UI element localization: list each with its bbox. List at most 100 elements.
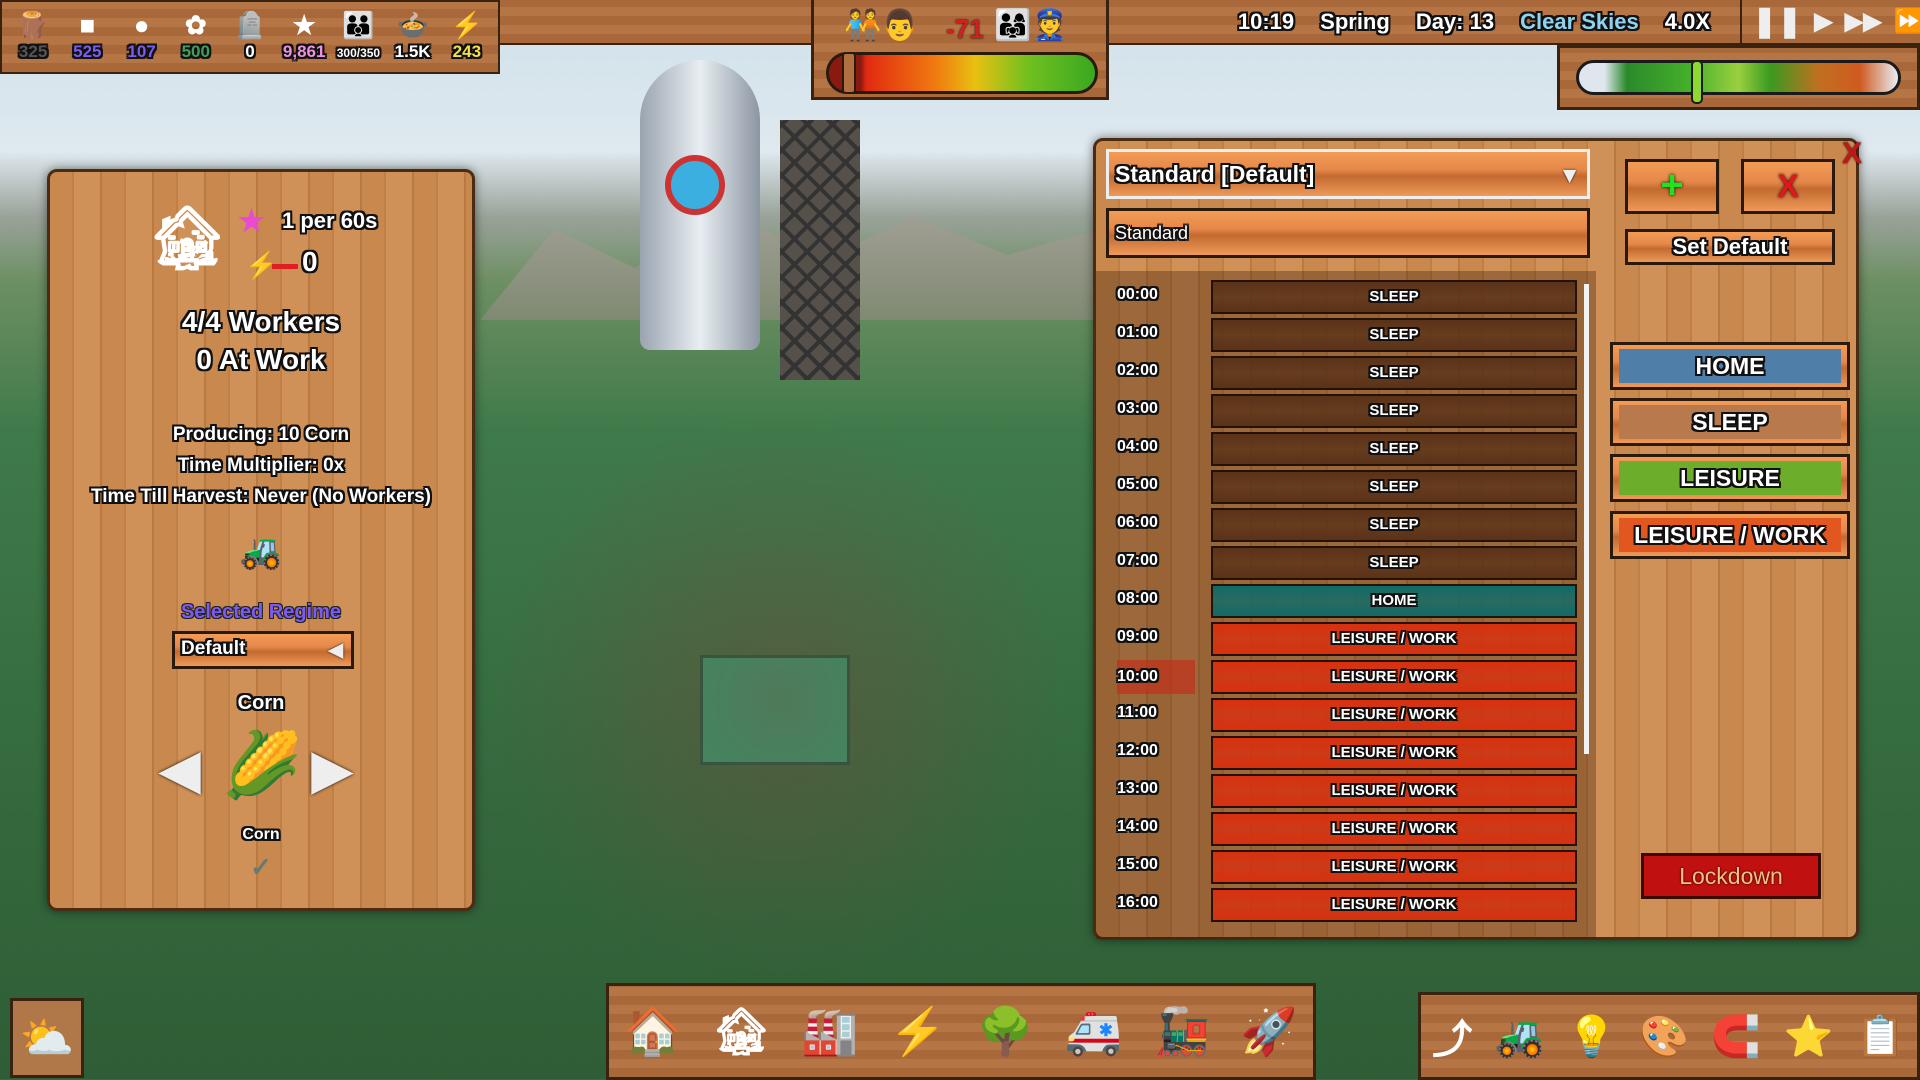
activity-slot[interactable]: LEISURE / WORK <box>1211 660 1577 694</box>
lightbulb-icon[interactable]: 💡 <box>1567 1013 1617 1060</box>
train-icon[interactable]: 🚂 <box>1153 1004 1210 1059</box>
resource-bar: 🪵 325 ■ 525 ● 107 ✿ 500 🪦 0 ★ 9,861 👪 300/350 🍲 1.5K ⚡ 24… <box>0 0 500 74</box>
weather-icon[interactable]: ⛅ <box>10 998 84 1078</box>
schedule-row: 02:00 SLEEP <box>1117 356 1587 390</box>
flower-icon: ✿ <box>184 10 207 40</box>
regime-dropdown[interactable]: Default ◀ <box>172 631 354 669</box>
activity-slot[interactable]: SLEEP <box>1211 394 1577 428</box>
resource-value: 107 <box>127 42 156 61</box>
minus-sign <box>272 264 298 269</box>
gravestone-icon: 🪦 <box>233 10 267 40</box>
list-icon[interactable]: 📋 <box>1856 1013 1906 1060</box>
fastest-forward-icon[interactable]: ⏩ <box>1894 7 1920 36</box>
rocket-window <box>665 155 725 215</box>
checkmark-icon: ✓ <box>250 852 272 882</box>
activity-slot[interactable]: LEISURE / WORK <box>1211 774 1577 808</box>
set-default-button[interactable]: Set Default <box>1625 229 1835 265</box>
resource-family: 👪 300/350 <box>334 8 382 72</box>
hour-label: 05:00 <box>1117 476 1158 493</box>
activity-slot[interactable]: SLEEP <box>1211 356 1577 390</box>
previous-crop-arrow[interactable]: ◀ <box>160 740 200 800</box>
activity-brush-leisure[interactable]: LEISURE <box>1610 454 1850 502</box>
next-crop-arrow[interactable]: ▶ <box>312 740 352 800</box>
resource-value: 525 <box>73 42 102 61</box>
season-handle[interactable] <box>1691 60 1704 104</box>
activity-slot[interactable]: LEISURE / WORK <box>1211 736 1577 770</box>
hour-label: 03:00 <box>1117 400 1158 417</box>
activity-slot[interactable]: SLEEP <box>1211 432 1577 466</box>
play-icon[interactable]: ▶ <box>1814 7 1832 36</box>
resource-rainbow-star: ★ 9,861 <box>280 8 328 72</box>
resource-value: 500 <box>181 42 210 61</box>
power-icon[interactable]: ⚡ <box>889 1004 946 1059</box>
food-bowl-icon: 🍲 <box>396 10 429 40</box>
add-schedule-button[interactable]: + <box>1625 159 1719 214</box>
activity-slot[interactable]: SLEEP <box>1211 280 1577 314</box>
dropdown-arrow-icon: ◀ <box>328 640 343 661</box>
activity-slot[interactable]: LEISURE / WORK <box>1211 698 1577 732</box>
power-usage: 0 <box>302 246 318 277</box>
hour-label: 11:00 <box>1117 704 1158 721</box>
hospital-icon[interactable]: 🚑 <box>1065 1004 1122 1059</box>
activity-slot[interactable]: LEISURE / WORK <box>1211 812 1577 846</box>
worker-count: 4/4 Workers <box>181 306 341 337</box>
schedule-scrollbar[interactable] <box>1584 284 1589 754</box>
delete-schedule-button[interactable]: X <box>1741 159 1835 214</box>
hour-label: 09:00 <box>1117 628 1158 645</box>
hour-label: 08:00 <box>1117 590 1158 607</box>
magnet-icon[interactable]: 🧲 <box>1711 1013 1761 1060</box>
unhappy-citizens-icon: 🧑‍🤝‍🧑👨 <box>844 9 919 42</box>
workshop-icon[interactable]: 🏭 <box>801 1004 858 1059</box>
activity-slot[interactable]: LEISURE / WORK <box>1211 888 1577 922</box>
close-panel-button[interactable]: X <box>1842 137 1862 171</box>
activity-slot[interactable]: SLEEP <box>1211 508 1577 542</box>
game-speed: 4.0X <box>1664 8 1710 34</box>
activity-brush-leisure-work[interactable]: LEISURE / WORK <box>1610 511 1850 559</box>
bulldozer-icon[interactable]: 🚜 <box>50 532 472 572</box>
lockdown-button[interactable]: Lockdown <box>1641 853 1821 899</box>
schedule-row: 00:00 SLEEP <box>1117 280 1587 314</box>
activity-label: SLEEP <box>1692 409 1768 435</box>
star-icon[interactable]: ⭐ <box>1784 1013 1834 1060</box>
activity-slot[interactable]: SLEEP <box>1211 546 1577 580</box>
happy-citizens-icon: 👨‍👩‍👧👮 <box>994 9 1069 42</box>
activity-brush-home[interactable]: HOME <box>1610 342 1850 390</box>
pause-icon[interactable]: ❚❚ <box>1752 4 1802 39</box>
schedule-name-value: Standard <box>1115 223 1189 243</box>
bulldozer-icon[interactable]: 🚜 <box>1495 1013 1545 1060</box>
activity-slot[interactable]: SLEEP <box>1211 318 1577 352</box>
color-wheel-icon[interactable]: 🎨 <box>1639 1013 1689 1060</box>
park-icon[interactable]: 🌳 <box>977 1004 1034 1059</box>
house-icon[interactable]: 🏠 <box>624 1004 681 1059</box>
resource-crystal: ■ 525 <box>63 8 111 72</box>
hour-label: 15:00 <box>1117 856 1158 873</box>
resource-value: 325 <box>18 42 48 61</box>
happiness-value: -71 <box>946 14 984 44</box>
season-slider[interactable] <box>1557 45 1920 110</box>
activity-brush-sleep[interactable]: SLEEP <box>1610 398 1850 446</box>
schedule-row: 01:00 SLEEP <box>1117 318 1587 352</box>
activity-slot[interactable]: SLEEP <box>1211 470 1577 504</box>
activity-label: HOME <box>1695 353 1765 379</box>
crop-title: Corn <box>237 692 285 714</box>
activity-slot[interactable]: LEISURE / WORK <box>1211 850 1577 884</box>
hour-label: 00:00 <box>1117 286 1158 303</box>
activity-slot[interactable]: LEISURE / WORK <box>1211 622 1577 656</box>
route-icon[interactable]: ⤴ <box>1432 1007 1472 1065</box>
hour-label: 01:00 <box>1117 324 1158 341</box>
launch-tower <box>780 120 860 380</box>
activity-label: LEISURE <box>1680 465 1780 491</box>
farm-icon[interactable]: 🏚 <box>712 1004 770 1059</box>
resource-flower: ✿ 500 <box>172 8 220 72</box>
fast-forward-icon[interactable]: ▶▶ <box>1845 7 1882 36</box>
schedule-row: 06:00 SLEEP <box>1117 508 1587 542</box>
schedule-row: 11:00 LEISURE / WORK <box>1117 698 1587 732</box>
season-track[interactable] <box>1576 60 1901 104</box>
resource-value: 0 <box>245 42 255 61</box>
activity-slot[interactable]: HOME <box>1211 584 1577 618</box>
speed-controls: ❚❚ ▶ ▶▶ ⏩ <box>1740 0 1920 45</box>
schedule-row: 15:00 LEISURE / WORK <box>1117 850 1587 884</box>
rocket-icon[interactable]: 🚀 <box>1240 1004 1297 1059</box>
schedule-dropdown[interactable]: Standard [Default] ▼ <box>1106 149 1590 199</box>
schedule-name-input[interactable]: Standard <box>1106 208 1590 258</box>
